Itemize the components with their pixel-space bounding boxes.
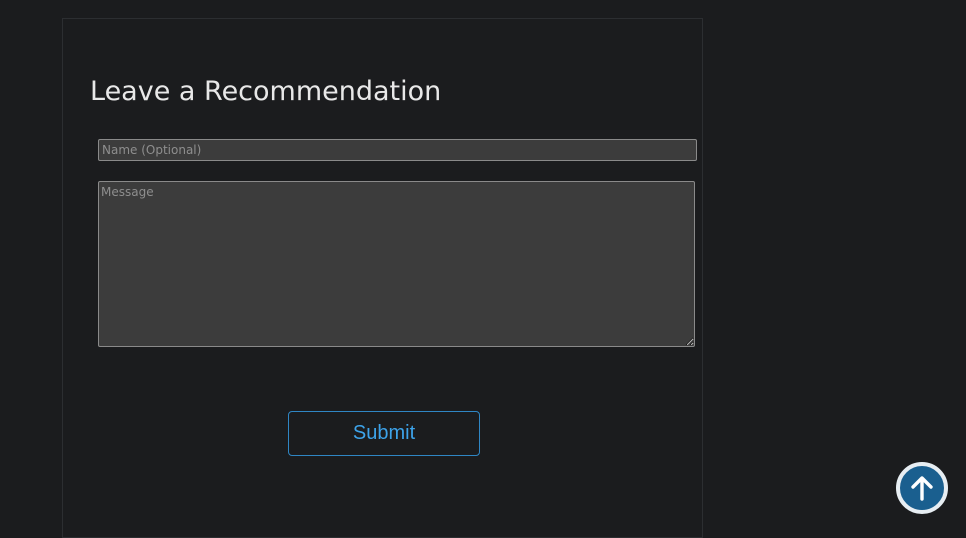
message-input[interactable] — [98, 181, 695, 347]
arrow-up-icon — [911, 476, 933, 501]
form-title: Leave a Recommendation — [90, 76, 442, 107]
submit-button[interactable]: Submit — [288, 411, 480, 456]
name-input[interactable] — [98, 139, 697, 161]
scroll-to-top-button[interactable] — [896, 462, 948, 514]
